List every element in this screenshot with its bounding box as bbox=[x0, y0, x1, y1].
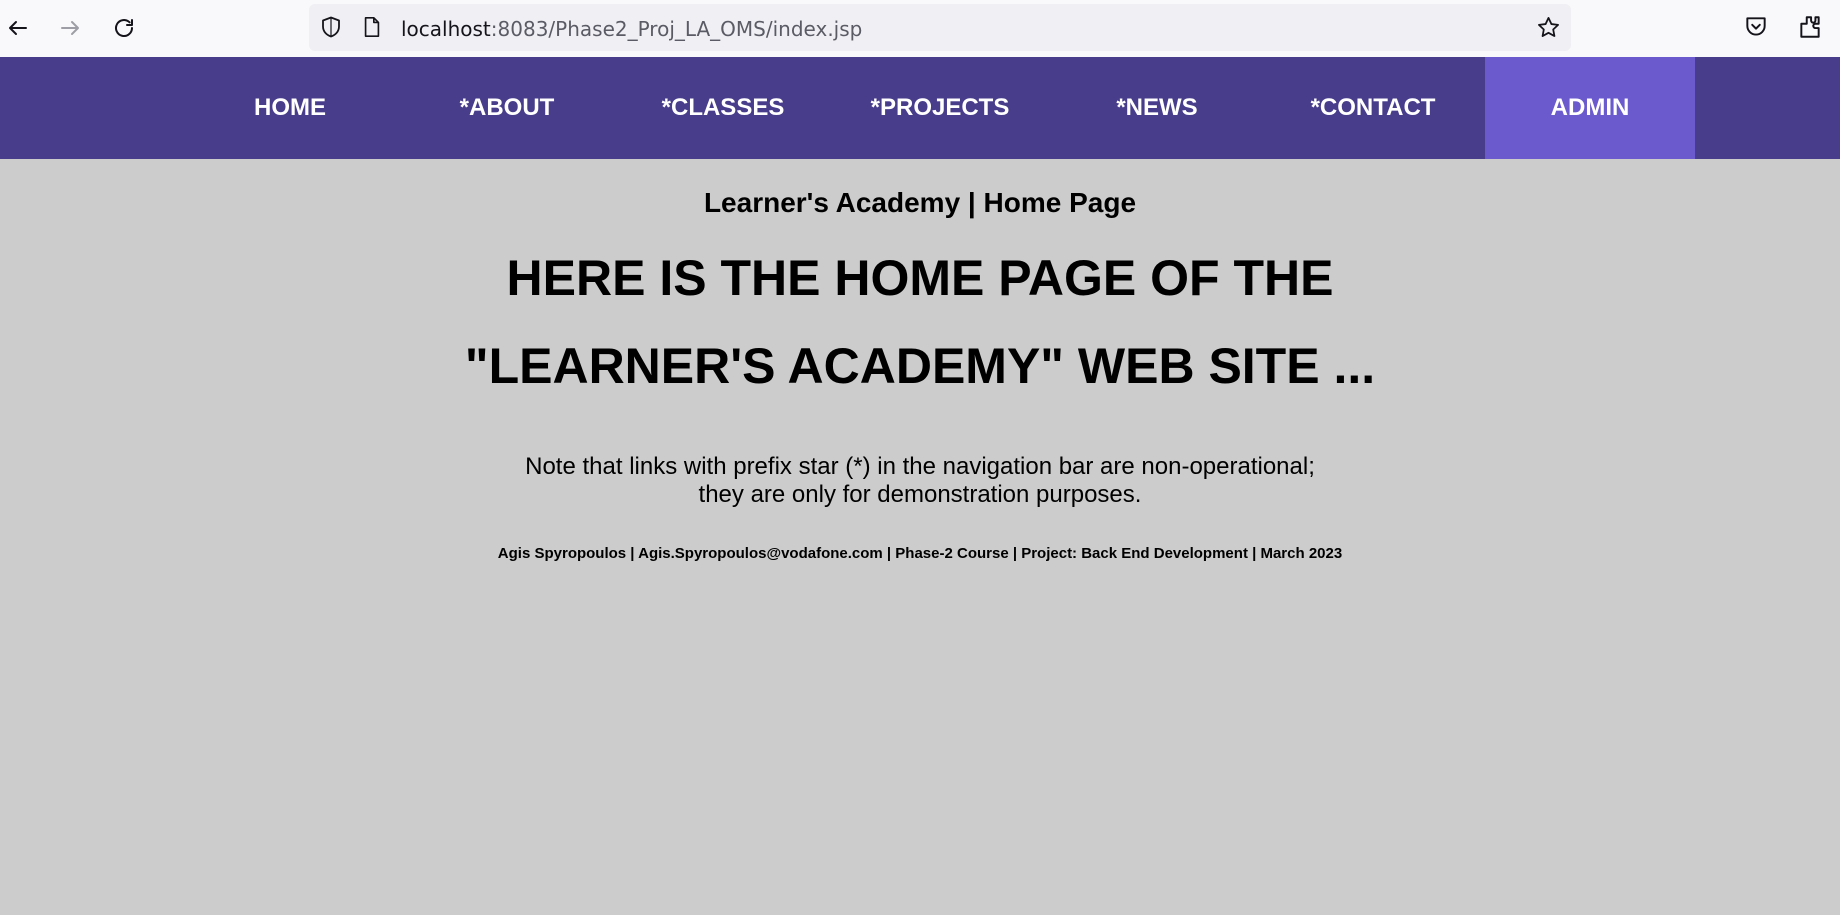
headline-line-2: "LEARNER'S ACADEMY" WEB SITE ... bbox=[464, 338, 1376, 394]
shield-icon[interactable] bbox=[319, 15, 343, 39]
reload-icon bbox=[115, 19, 133, 37]
headline-line-1: HERE IS THE HOME PAGE OF THE bbox=[506, 250, 1334, 306]
forward-button[interactable] bbox=[52, 10, 88, 46]
page-icon bbox=[364, 17, 380, 37]
page-title: Learner's Academy | Home Page bbox=[703, 187, 1137, 218]
note-line-2: they are only for demonstration purposes… bbox=[698, 481, 1142, 508]
back-icon bbox=[9, 21, 27, 35]
url-path: :8083/Phase2_Proj_LA_OMS/index.jsp bbox=[490, 17, 863, 41]
nav-classes[interactable]: *CLASSES bbox=[618, 57, 828, 159]
footer-credits: Agis Spyropoulos | Agis.Spyropoulos@voda… bbox=[497, 545, 1343, 562]
browser-toolbar: localhost:8083/Phase2_Proj_LA_OMS/index.… bbox=[0, 0, 1840, 57]
nav-news[interactable]: *NEWS bbox=[1052, 57, 1262, 159]
bookmark-star-icon[interactable] bbox=[1536, 15, 1561, 40]
nav-projects[interactable]: *PROJECTS bbox=[835, 57, 1045, 159]
nav-admin[interactable]: ADMIN bbox=[1485, 57, 1695, 159]
forward-icon bbox=[61, 21, 79, 35]
nav-contact[interactable]: *CONTACT bbox=[1268, 57, 1478, 159]
site-navigation-bar: HOME *ABOUT *CLASSES *PROJECTS *NEWS *CO… bbox=[0, 57, 1840, 159]
note-line-1: Note that links with prefix star (*) in … bbox=[525, 453, 1315, 480]
address-bar[interactable]: localhost:8083/Phase2_Proj_LA_OMS/index.… bbox=[309, 4, 1571, 51]
url-host: localhost bbox=[401, 17, 491, 41]
back-button[interactable] bbox=[0, 10, 36, 46]
reload-button[interactable] bbox=[106, 10, 142, 46]
extensions-icon[interactable] bbox=[1797, 14, 1823, 40]
url-text[interactable]: localhost:8083/Phase2_Proj_LA_OMS/index.… bbox=[401, 17, 862, 41]
nav-home[interactable]: HOME bbox=[185, 57, 395, 159]
nav-about[interactable]: *ABOUT bbox=[402, 57, 612, 159]
pocket-icon[interactable] bbox=[1743, 14, 1769, 40]
